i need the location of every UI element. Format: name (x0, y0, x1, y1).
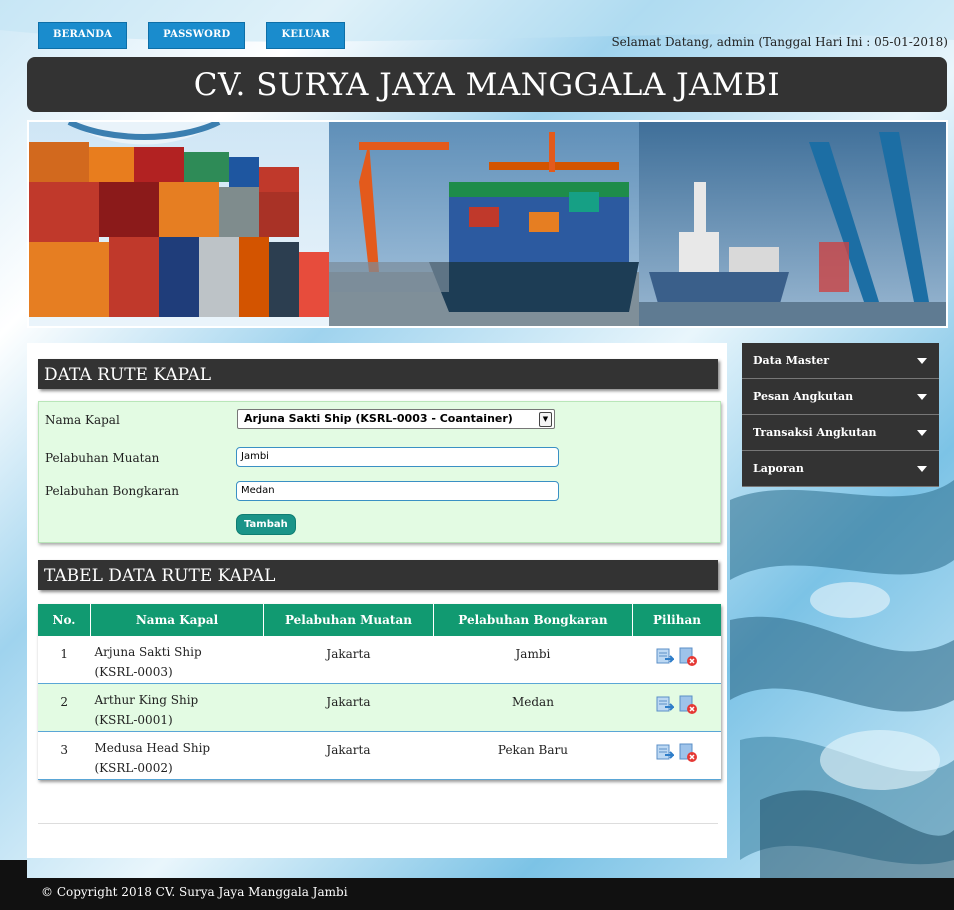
route-form: Nama Kapal Arjuna Sakti Ship (KSRL-0003 … (38, 401, 721, 543)
row-actions (632, 731, 721, 780)
sidebar-item-label: Laporan (753, 462, 804, 475)
table-header-row: No. Nama Kapal Pelabuhan Muatan Pelabuha… (38, 604, 721, 636)
sidebar-item-data-master[interactable]: Data Master (742, 343, 939, 379)
ship-code: (KSRL-0003) (94, 665, 173, 679)
footer-left-strip (0, 860, 27, 910)
delete-icon[interactable] (678, 743, 698, 763)
nama-kapal-selected-value: Arjuna Sakti Ship (KSRL-0003 - Coantaine… (244, 412, 513, 425)
row-nama-kapal: Arjuna Sakti Ship (KSRL-0003) (90, 636, 264, 684)
delete-icon[interactable] (678, 647, 698, 667)
sidebar-item-laporan[interactable]: Laporan (742, 451, 939, 487)
form-section-title: DATA RUTE KAPAL (38, 359, 718, 389)
top-navigation: BERANDA PASSWORD KELUAR (38, 22, 345, 49)
copyright-text: © Copyright 2018 CV. Surya Jaya Manggala… (41, 885, 348, 899)
sidebar-menu: Data Master Pesan Angkutan Transaksi Ang… (742, 343, 939, 487)
sidebar-item-transaksi-angkutan[interactable]: Transaksi Angkutan (742, 415, 939, 451)
row-pelabuhan-muatan: Jakarta (263, 731, 434, 780)
row-number: 2 (38, 683, 91, 732)
pelabuhan-muatan-label: Pelabuhan Muatan (45, 451, 160, 465)
column-header-no: No. (38, 604, 91, 636)
route-table: No. Nama Kapal Pelabuhan Muatan Pelabuha… (38, 604, 721, 780)
chevron-down-icon (917, 358, 927, 364)
sidebar-item-label: Pesan Angkutan (753, 390, 854, 403)
chevron-down-icon (917, 430, 927, 436)
table-section-title: TABEL DATA RUTE KAPAL (38, 560, 718, 590)
column-header-nama-kapal: Nama Kapal (90, 604, 264, 636)
ship-name: Medusa Head Ship (94, 741, 211, 755)
row-actions (632, 636, 721, 684)
ship-name: Arjuna Sakti Ship (94, 645, 202, 659)
nav-password-button[interactable]: PASSWORD (148, 22, 246, 49)
nav-beranda-button[interactable]: BERANDA (38, 22, 128, 49)
ship-code: (KSRL-0002) (94, 761, 173, 775)
column-header-pilihan: Pilihan (632, 604, 721, 636)
column-header-pelabuhan-bongkaran: Pelabuhan Bongkaran (433, 604, 634, 636)
row-actions (632, 683, 721, 732)
welcome-message: Selamat Datang, admin (Tanggal Hari Ini … (611, 35, 948, 49)
table-row: 3 Medusa Head Ship (KSRL-0002) Jakarta Pe… (38, 731, 721, 780)
sidebar-item-label: Transaksi Angkutan (753, 426, 877, 439)
row-nama-kapal: Medusa Head Ship (KSRL-0002) (90, 731, 264, 780)
row-nama-kapal: Arthur King Ship (KSRL-0001) (90, 683, 264, 732)
edit-icon[interactable] (656, 647, 674, 665)
sidebar-item-label: Data Master (753, 354, 830, 367)
banner-illustration (29, 122, 946, 326)
pelabuhan-bongkaran-input[interactable]: Medan (236, 481, 559, 501)
tambah-button[interactable]: Tambah (236, 514, 296, 535)
edit-icon[interactable] (656, 743, 674, 761)
row-pelabuhan-muatan: Jakarta (263, 683, 434, 732)
table-row: 2 Arthur King Ship (KSRL-0001) Jakarta Me… (38, 683, 721, 732)
main-content: DATA RUTE KAPAL Nama Kapal Arjuna Sakti … (27, 343, 727, 858)
sidebar-item-pesan-angkutan[interactable]: Pesan Angkutan (742, 379, 939, 415)
chevron-down-icon (917, 394, 927, 400)
nama-kapal-select[interactable]: Arjuna Sakti Ship (KSRL-0003 - Coantaine… (237, 409, 555, 429)
row-pelabuhan-bongkaran: Medan (433, 683, 633, 732)
pelabuhan-muatan-input[interactable]: Jambi (236, 447, 559, 467)
delete-icon[interactable] (678, 695, 698, 715)
row-pelabuhan-muatan: Jakarta (263, 636, 434, 684)
nama-kapal-label: Nama Kapal (45, 413, 120, 427)
header-banner-image (27, 120, 948, 328)
footer: © Copyright 2018 CV. Surya Jaya Manggala… (27, 878, 954, 910)
column-header-pelabuhan-muatan: Pelabuhan Muatan (263, 604, 434, 636)
site-title-bar: CV. SURYA JAYA MANGGALA JAMBI (27, 57, 947, 112)
nav-keluar-button[interactable]: KELUAR (266, 22, 345, 49)
ship-name: Arthur King Ship (94, 693, 199, 707)
edit-icon[interactable] (656, 695, 674, 713)
content-divider (38, 823, 718, 824)
site-title: CV. SURYA JAYA MANGGALA JAMBI (193, 66, 781, 103)
row-number: 3 (38, 731, 91, 780)
chevron-down-icon (917, 466, 927, 472)
row-pelabuhan-bongkaran: Pekan Baru (433, 731, 633, 780)
chevron-down-icon[interactable]: ▼ (539, 412, 552, 427)
row-pelabuhan-bongkaran: Jambi (433, 636, 633, 684)
pelabuhan-bongkaran-label: Pelabuhan Bongkaran (45, 484, 179, 498)
ship-code: (KSRL-0001) (94, 713, 173, 727)
table-row: 1 Arjuna Sakti Ship (KSRL-0003) Jakarta J… (38, 636, 721, 684)
row-number: 1 (38, 636, 91, 684)
